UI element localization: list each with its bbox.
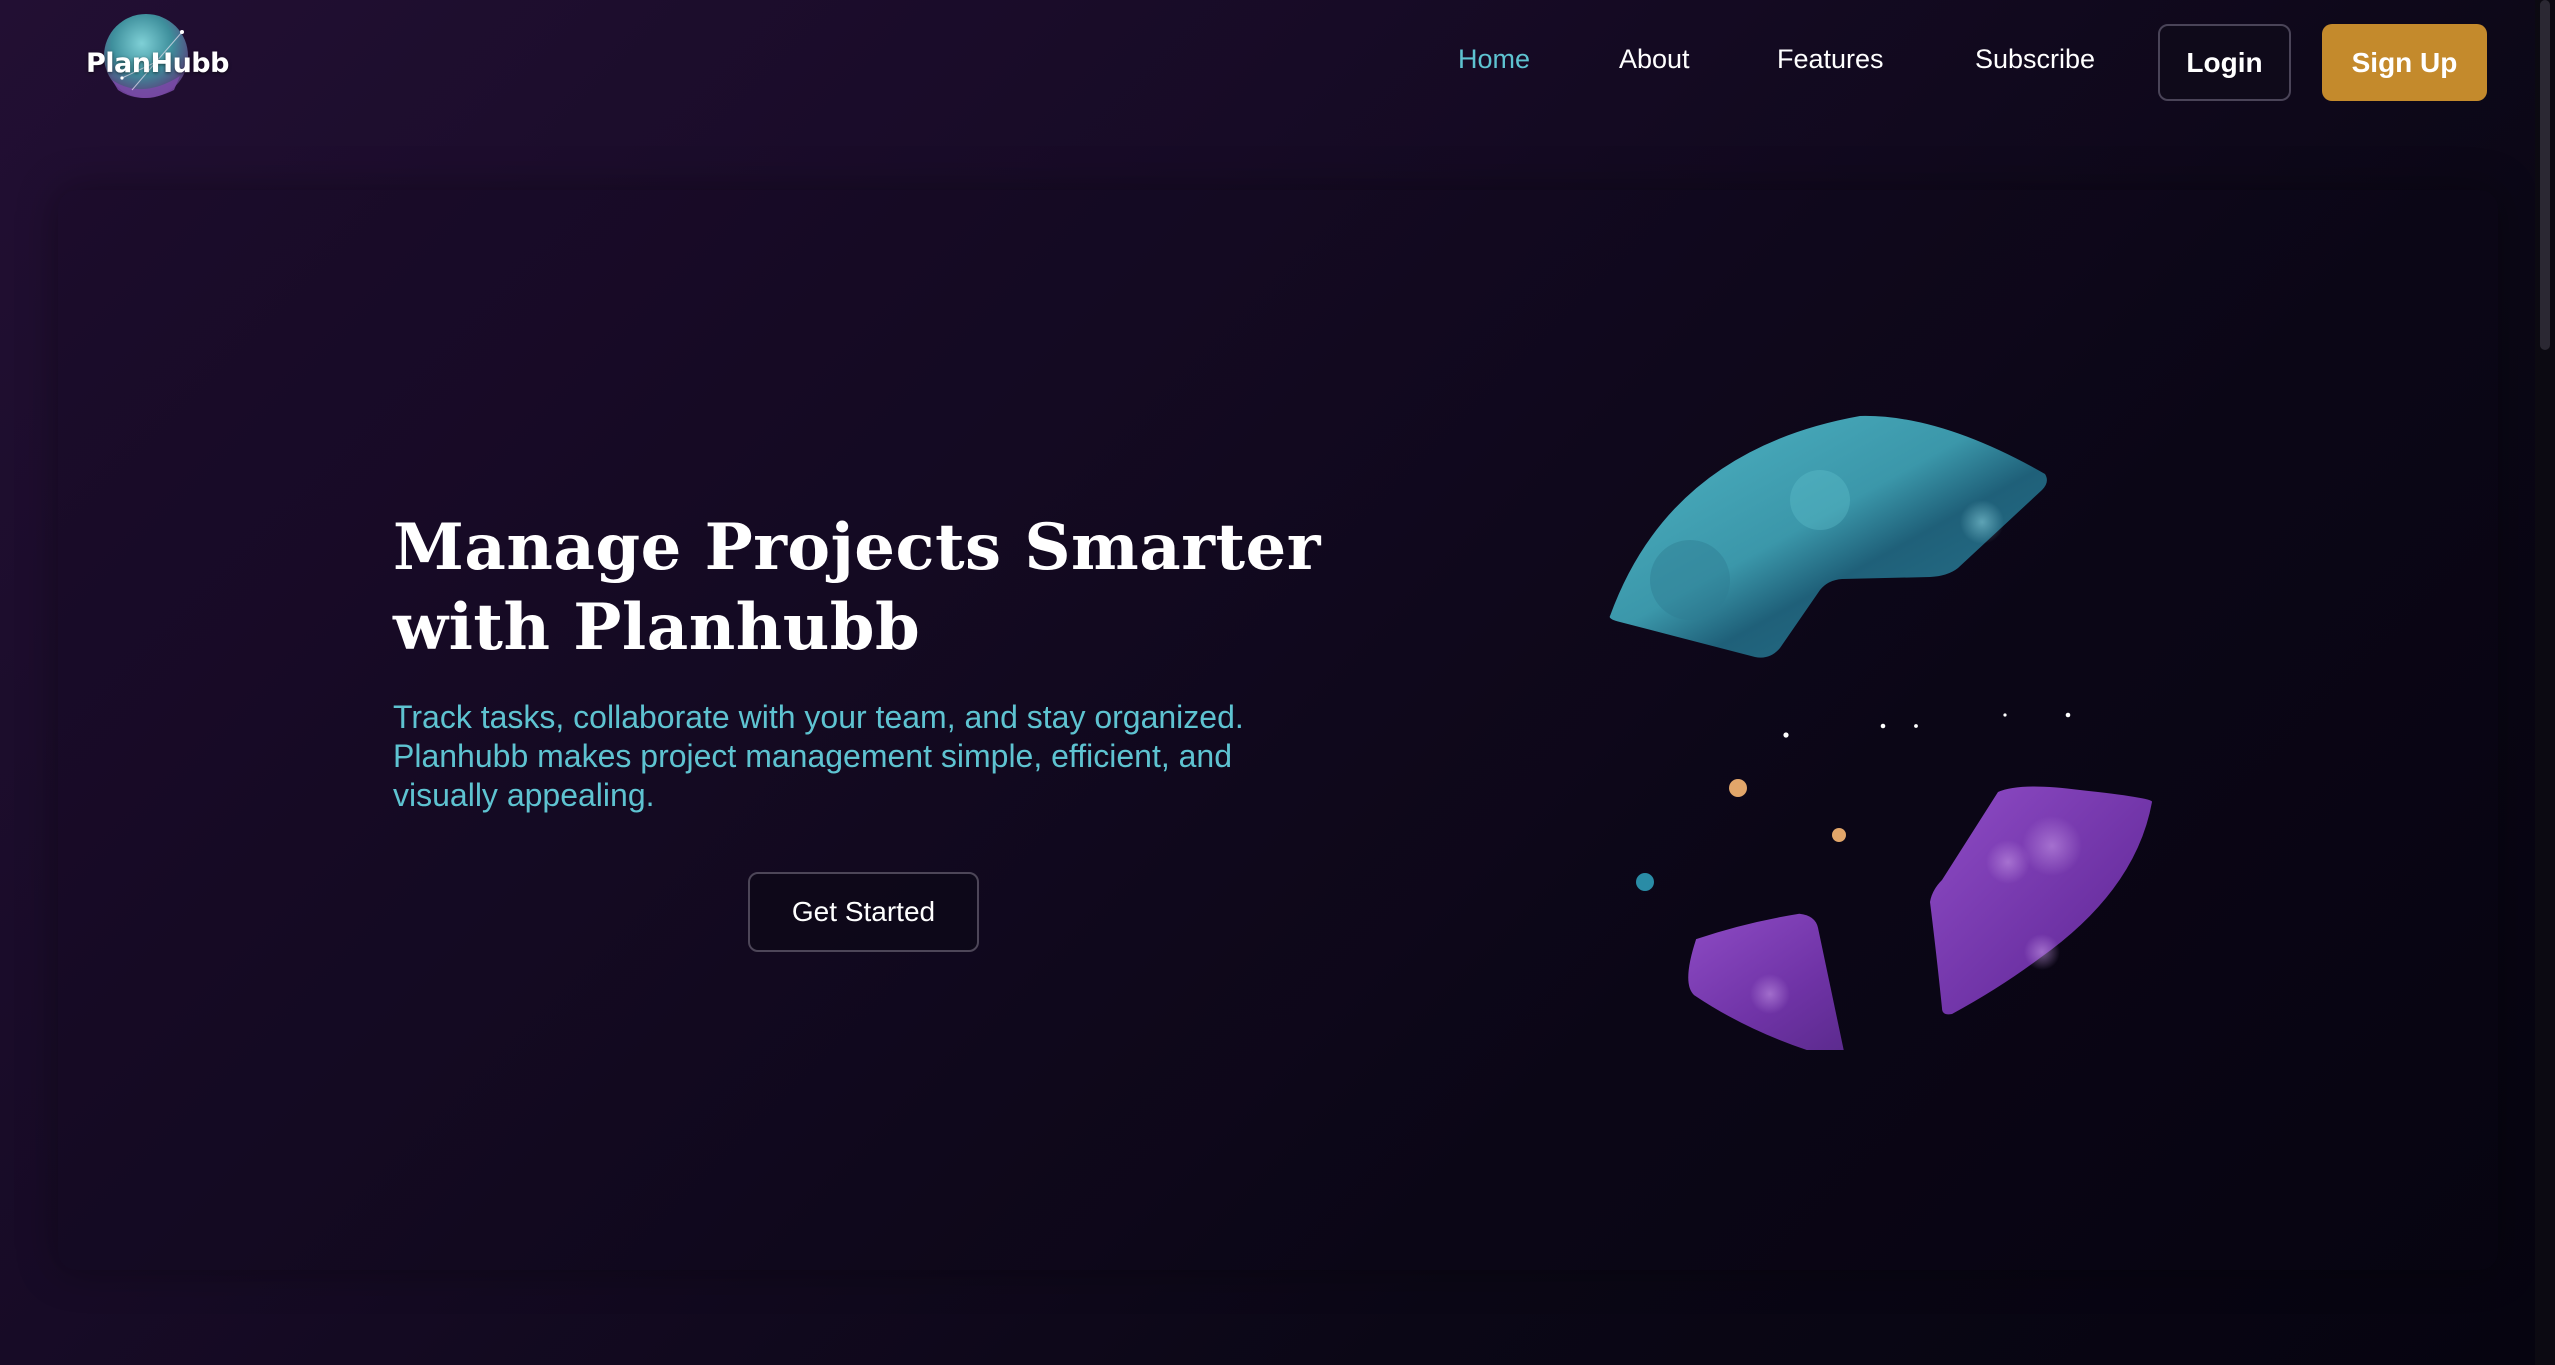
hero-title: Manage Projects Smarter with Planhubb [393, 508, 1373, 668]
login-button[interactable]: Login [2158, 24, 2291, 101]
get-started-button[interactable]: Get Started [748, 872, 979, 952]
hero-subtitle: Track tasks, collaborate with your team,… [393, 699, 1244, 813]
nav-subscribe[interactable]: Subscribe [1975, 44, 2095, 75]
signup-button[interactable]: Sign Up [2322, 24, 2487, 101]
scrollbar-thumb[interactable] [2540, 0, 2550, 350]
page-scrollbar[interactable] [2535, 0, 2555, 1365]
segmented-globe-icon [1580, 390, 2210, 1060]
nav-about[interactable]: About [1619, 44, 1690, 75]
logo-text: PlanHubb [86, 48, 229, 79]
site-header: PlanHubb Home About Features Subscribe L… [0, 0, 2555, 125]
hero-title-line2: with Planhubb [393, 590, 921, 665]
nav-features[interactable]: Features [1777, 44, 1884, 75]
planhubb-logo[interactable]: PlanHubb [82, 10, 229, 102]
nav-home[interactable]: Home [1458, 44, 1530, 75]
hero-title-line1: Manage Projects Smarter [393, 510, 1321, 585]
